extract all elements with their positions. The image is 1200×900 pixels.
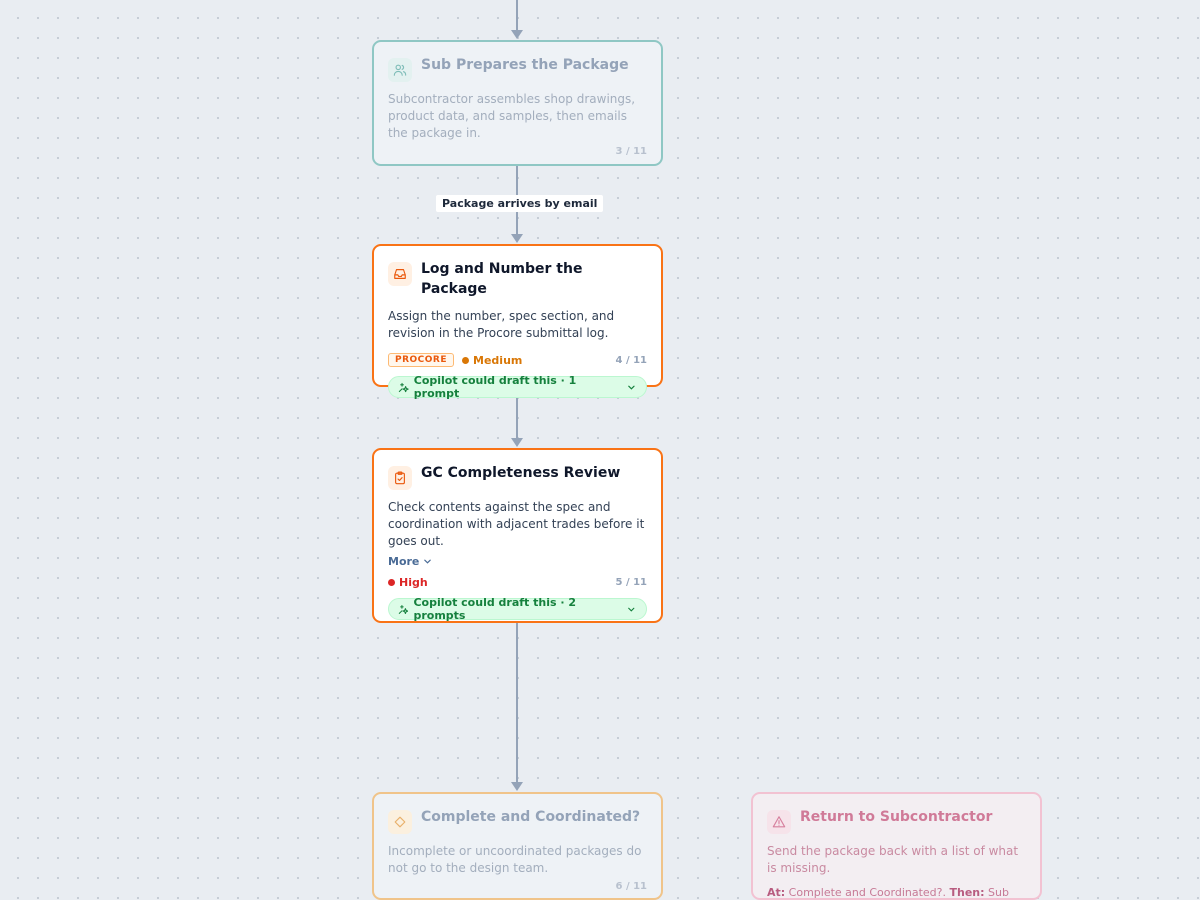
clipboard-check-icon <box>388 466 412 490</box>
users-icon <box>388 58 412 82</box>
at-value: Complete and Coordinated?. <box>788 886 946 899</box>
step-counter: 6 / 11 <box>615 881 648 892</box>
inbox-icon <box>388 262 412 286</box>
node-log-and-number[interactable]: Log and Number the Package Assign the nu… <box>372 244 663 400</box>
arrow-into-decision <box>511 782 523 791</box>
diamond-icon <box>388 810 412 834</box>
node-title: Complete and Coordinated? <box>421 809 641 825</box>
branch-note: At: Complete and Coordinated?. Then: Sub… <box>767 885 1026 900</box>
chevron-down-icon <box>628 607 635 612</box>
arrow-into-sub-prepares <box>511 30 523 39</box>
node-description: Incomplete or uncoordinated packages do … <box>388 844 642 875</box>
more-toggle[interactable]: More <box>388 555 647 568</box>
step-counter: 4 / 11 <box>615 354 648 366</box>
more-label: More <box>388 555 420 568</box>
priority-indicator: Medium <box>462 354 522 367</box>
arrow-into-log <box>511 234 523 243</box>
chevron-down-icon <box>628 385 635 390</box>
node-description: Subcontractor assembles shop drawings, p… <box>388 92 636 140</box>
node-sub-prepares-package[interactable]: Sub Prepares the Package Subcontractor a… <box>372 40 663 166</box>
priority-indicator: High <box>388 576 428 589</box>
node-description: Send the package back with a list of wha… <box>767 844 1019 875</box>
chevron-down-icon <box>424 559 432 564</box>
step-counter: 5 / 11 <box>615 576 648 588</box>
warning-icon <box>767 810 791 834</box>
priority-dot-icon <box>462 356 470 364</box>
node-description: Check contents against the spec and coor… <box>388 500 645 548</box>
edge-into-sub-prepares <box>516 0 518 31</box>
arrow-into-review <box>511 438 523 447</box>
at-label: At: <box>767 886 786 899</box>
node-title: GC Completeness Review <box>421 465 621 481</box>
edge-review-to-decision <box>516 623 518 783</box>
sparkle-icon <box>398 604 409 614</box>
system-badge: PROCORE <box>388 353 455 367</box>
then-label: Then: <box>949 886 985 899</box>
node-gc-completeness-review[interactable]: GC Completeness Review Check contents ag… <box>372 448 663 623</box>
priority-dot-icon <box>388 578 395 586</box>
node-description: Assign the number, spec section, and rev… <box>388 309 615 340</box>
node-title: Sub Prepares the Package <box>421 57 629 73</box>
priority-label: High <box>399 575 428 589</box>
copilot-label: Copilot could draft this · 2 prompts <box>413 596 577 622</box>
node-title: Return to Subcontractor <box>800 809 993 825</box>
step-counter: 3 / 11 <box>615 146 648 157</box>
node-complete-and-coordinated[interactable]: Complete and Coordinated? Incomplete or … <box>372 792 663 900</box>
edge-label-package-arrives: Package arrives by email <box>436 195 604 212</box>
node-title: Log and Number the Package <box>421 261 583 297</box>
priority-label: Medium <box>473 353 523 367</box>
copilot-draft-button[interactable]: Copilot could draft this · 1 prompt <box>388 374 647 400</box>
copilot-draft-button[interactable]: Copilot could draft this · 2 prompts <box>388 596 647 622</box>
sparkle-icon <box>398 382 409 392</box>
copilot-label: Copilot could draft this · 1 prompt <box>413 374 577 400</box>
node-return-to-subcontractor[interactable]: Return to Subcontractor Send the package… <box>751 792 1042 900</box>
